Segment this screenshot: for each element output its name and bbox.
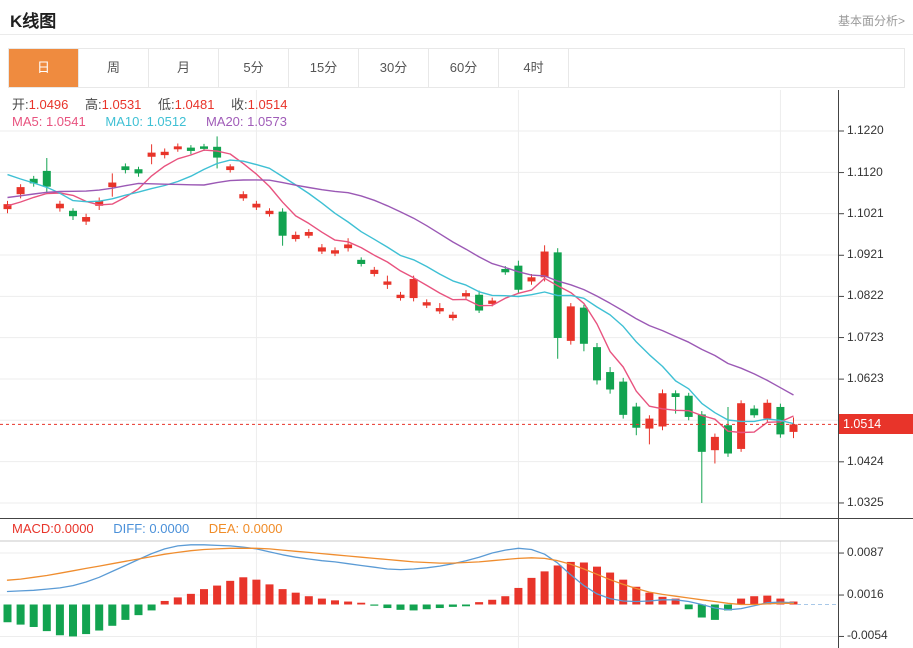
macd-tick-label: 0.0016: [847, 587, 884, 601]
tab-period-2[interactable]: 周: [79, 49, 149, 87]
tab-period-8[interactable]: 4时: [499, 49, 569, 87]
tab-period-4[interactable]: 5分: [219, 49, 289, 87]
price-tick-label: 1.0723: [847, 330, 884, 344]
ohlc-legend: 开:1.0496 高:1.0531 低:1.0481 收:1.0514: [12, 94, 300, 113]
price-tick-label: 1.1120: [847, 165, 883, 179]
price-tick-label: 1.0921: [847, 247, 884, 261]
current-price-badge: 1.0514: [839, 414, 913, 434]
tab-period-1[interactable]: 日: [9, 49, 79, 87]
price-tick-label: 1.1021: [847, 206, 884, 220]
ma-legend: MA5: 1.0541 MA10: 1.0512 MA20: 1.0573: [12, 114, 287, 129]
fundamental-analysis-link[interactable]: 基本面分析>: [838, 12, 905, 29]
price-tick-label: 1.0424: [847, 454, 884, 468]
open-value: 1.0496: [29, 97, 69, 112]
high-label: 高:: [85, 97, 102, 112]
price-tick-label: 1.0822: [847, 288, 884, 302]
high-value: 1.0531: [102, 97, 142, 112]
page-title: K线图: [10, 7, 56, 32]
macd-tick-label: 0.0087: [847, 545, 884, 559]
macd-value-legend: MACD:0.0000: [12, 521, 94, 536]
period-tabbar: 日周月5分15分30分60分4时: [8, 48, 905, 88]
low-label: 低:: [158, 97, 175, 112]
price-tick-label: 1.0623: [847, 371, 884, 385]
page-header: K线图 基本面分析>: [0, 0, 913, 35]
tab-period-7[interactable]: 60分: [429, 49, 499, 87]
ma10-legend: MA10: 1.0512: [105, 114, 186, 129]
close-value: 1.0514: [248, 97, 288, 112]
close-label: 收:: [231, 97, 248, 112]
ma5-legend: MA5: 1.0541: [12, 114, 86, 129]
macd-tick-label: -0.0054: [847, 628, 888, 642]
tab-period-5[interactable]: 15分: [289, 49, 359, 87]
macd-legend: MACD:0.0000 DIFF: 0.0000 DEA: 0.0000: [12, 521, 283, 536]
tab-period-3[interactable]: 月: [149, 49, 219, 87]
price-tick-label: 1.1220: [847, 123, 884, 137]
price-tick-label: 1.0325: [847, 495, 884, 509]
ma20-legend: MA20: 1.0573: [206, 114, 287, 129]
kline-page: K线图 基本面分析> 日周月5分15分30分60分4时 开:1.0496 高:1…: [0, 0, 913, 648]
dea-value-legend: DEA: 0.0000: [209, 521, 283, 536]
open-label: 开:: [12, 97, 29, 112]
tab-period-6[interactable]: 30分: [359, 49, 429, 87]
diff-value-legend: DIFF: 0.0000: [113, 521, 189, 536]
low-value: 1.0481: [175, 97, 215, 112]
